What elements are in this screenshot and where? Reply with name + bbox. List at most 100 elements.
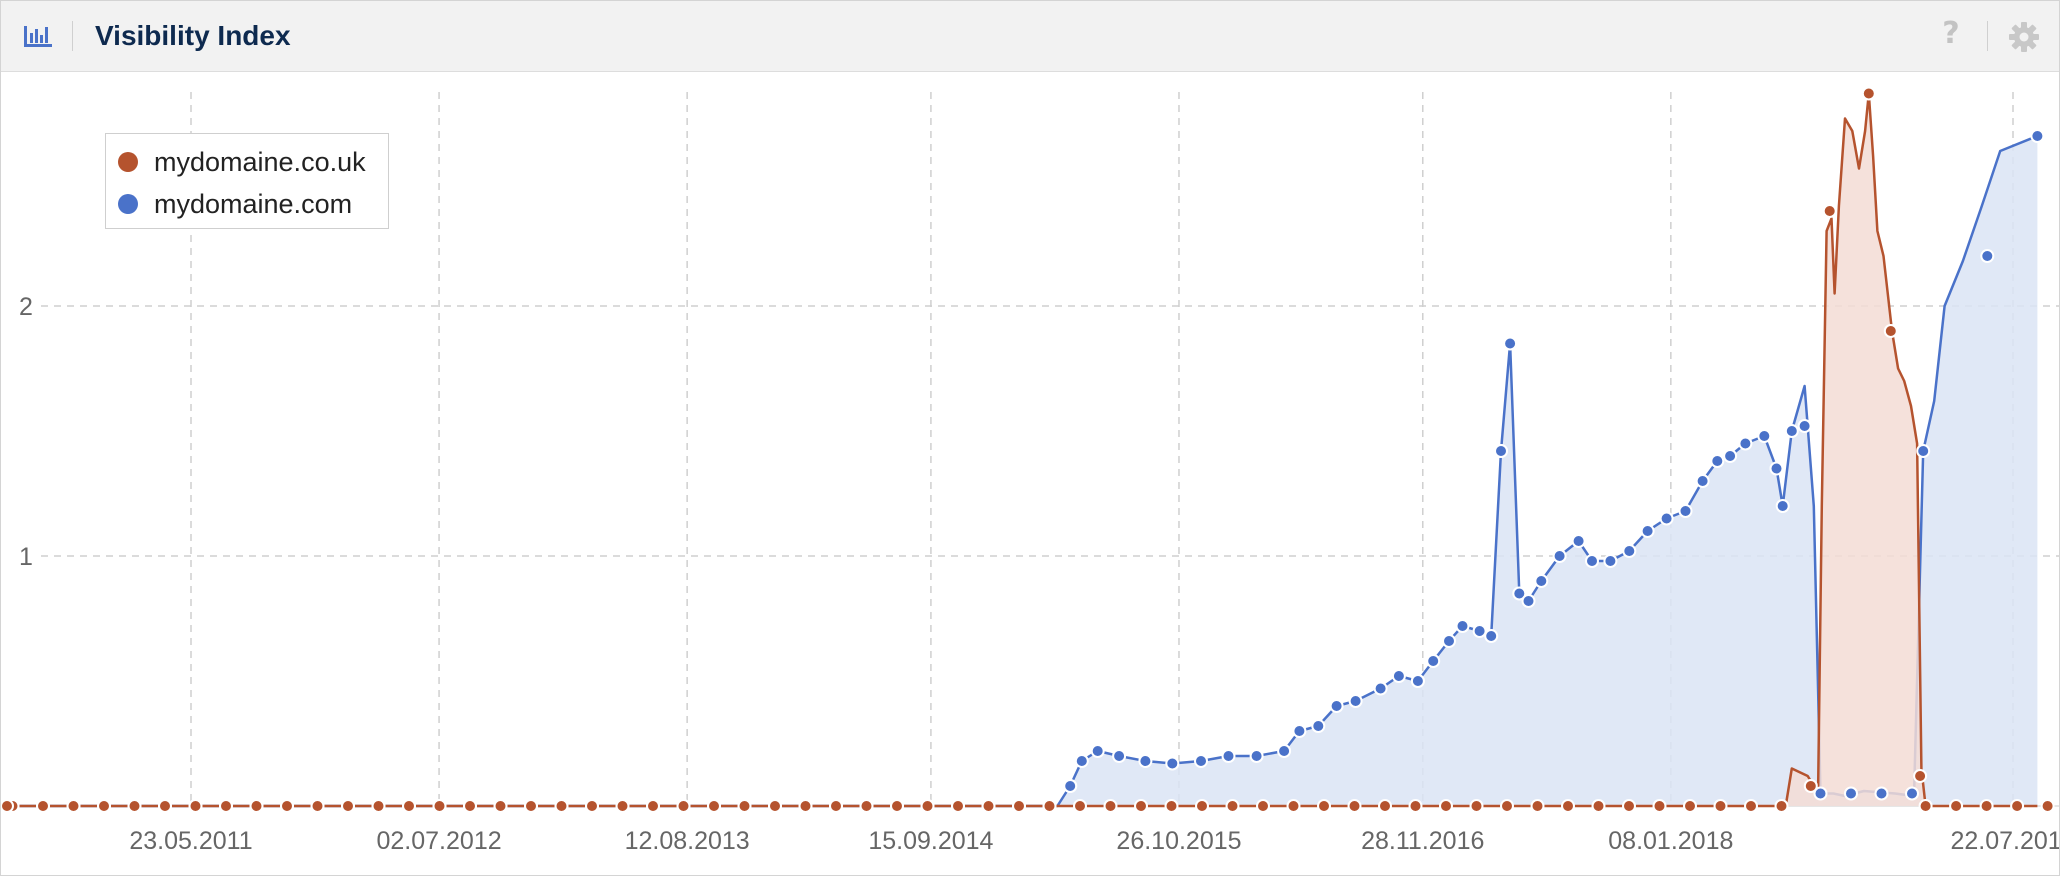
series-marker — [554, 799, 569, 813]
series-marker — [1500, 799, 1514, 813]
series-marker — [1534, 574, 1549, 588]
series-marker — [1530, 799, 1545, 813]
series-marker — [1652, 799, 1667, 813]
series-marker — [1439, 799, 1453, 813]
series-marker — [890, 799, 904, 813]
series-marker — [493, 799, 508, 813]
series-marker — [1286, 799, 1301, 813]
series-marker — [1469, 799, 1484, 813]
series-marker — [1622, 544, 1637, 558]
series-marker — [432, 799, 447, 813]
help-icon[interactable]: ? — [1939, 17, 1963, 51]
series-marker — [2030, 129, 2045, 143]
series-marker — [1640, 524, 1655, 538]
series-marker — [1678, 504, 1693, 518]
series-marker — [1723, 449, 1738, 463]
series-marker — [1012, 799, 1026, 813]
series-marker — [1561, 799, 1575, 813]
legend-item-com[interactable]: mydomaine.com — [118, 186, 352, 222]
series-marker — [1074, 754, 1089, 768]
series-marker — [1861, 86, 1876, 101]
series-marker — [1311, 719, 1326, 733]
widget-title: Visibility Index — [95, 20, 291, 51]
series-marker — [1292, 724, 1307, 738]
series-marker — [1979, 799, 1994, 813]
series-marker — [280, 799, 294, 813]
series-marker — [1622, 799, 1636, 813]
series-marker — [1195, 799, 1209, 813]
series-marker — [127, 799, 142, 813]
series-marker — [1426, 654, 1441, 668]
series-marker — [463, 799, 477, 813]
y-tick-label: 1 — [19, 543, 33, 571]
series-marker — [1391, 669, 1406, 683]
series-marker — [1373, 681, 1388, 696]
gear-icon[interactable] — [2008, 21, 2040, 53]
x-tick-label: 22.07.2019 — [1950, 827, 2059, 855]
series-marker — [1591, 799, 1606, 813]
series-marker — [859, 799, 874, 813]
legend-label: mydomaine.co.uk — [154, 146, 366, 177]
series-marker — [1883, 324, 1898, 338]
series-marker — [1484, 629, 1499, 643]
series-marker — [1769, 461, 1784, 476]
series-marker — [1713, 799, 1728, 813]
header-divider — [72, 21, 73, 51]
series-marker — [402, 799, 416, 813]
bar-chart-icon[interactable] — [23, 23, 53, 49]
series-marker — [1164, 799, 1179, 813]
legend-item-couk[interactable]: mydomaine.co.uk — [118, 144, 366, 180]
series-marker — [646, 799, 660, 813]
series-marker — [1521, 594, 1536, 608]
series-marker — [1442, 634, 1456, 648]
series-marker — [1659, 511, 1674, 526]
series-marker — [1874, 786, 1889, 801]
series-marker — [1073, 799, 1087, 813]
series-marker — [1503, 336, 1518, 351]
series-marker — [951, 799, 965, 813]
series-marker — [1378, 799, 1392, 813]
series-marker — [1916, 444, 1931, 458]
series-marker — [1165, 756, 1180, 771]
series-marker — [1757, 429, 1772, 443]
series-marker — [1249, 749, 1264, 763]
series-marker — [524, 799, 538, 813]
series-marker — [341, 799, 355, 813]
x-tick-label: 26.10.2015 — [1116, 827, 1241, 855]
series-marker — [2010, 799, 2025, 813]
header-divider-right — [1987, 21, 1988, 51]
x-tick-label: 12.08.2013 — [625, 827, 750, 855]
x-tick-label: 08.01.2018 — [1608, 827, 1733, 855]
series-marker — [1090, 744, 1105, 758]
series-marker — [737, 799, 752, 813]
series-marker — [1112, 749, 1127, 763]
legend-marker — [118, 194, 138, 214]
x-tick-label: 02.07.2012 — [377, 827, 502, 855]
series-marker — [1585, 554, 1599, 568]
series-marker — [1317, 799, 1331, 813]
series-marker — [66, 799, 81, 813]
series-marker — [1803, 779, 1818, 793]
series-marker — [798, 799, 813, 813]
series-marker — [1277, 744, 1292, 758]
series-marker — [1221, 749, 1236, 763]
series-marker — [1408, 799, 1423, 813]
series-marker — [1042, 799, 1057, 813]
series-marker — [1695, 474, 1710, 488]
series-marker — [1571, 534, 1586, 548]
series-marker — [310, 799, 325, 813]
series-marker — [1784, 424, 1799, 438]
series-marker — [219, 799, 233, 813]
series-marker — [1134, 799, 1148, 813]
series-marker — [1194, 754, 1208, 768]
series-marker — [676, 799, 691, 813]
series-marker — [1347, 799, 1362, 813]
series-marker — [1905, 786, 1919, 801]
chart-legend: mydomaine.co.uk mydomaine.com — [105, 133, 389, 229]
series-marker — [1063, 779, 1078, 793]
x-tick-label: 28.11.2016 — [1361, 827, 1484, 855]
series-marker — [1103, 799, 1118, 813]
series-marker — [1138, 754, 1153, 768]
series-marker — [1797, 419, 1812, 433]
series-marker — [707, 799, 721, 813]
